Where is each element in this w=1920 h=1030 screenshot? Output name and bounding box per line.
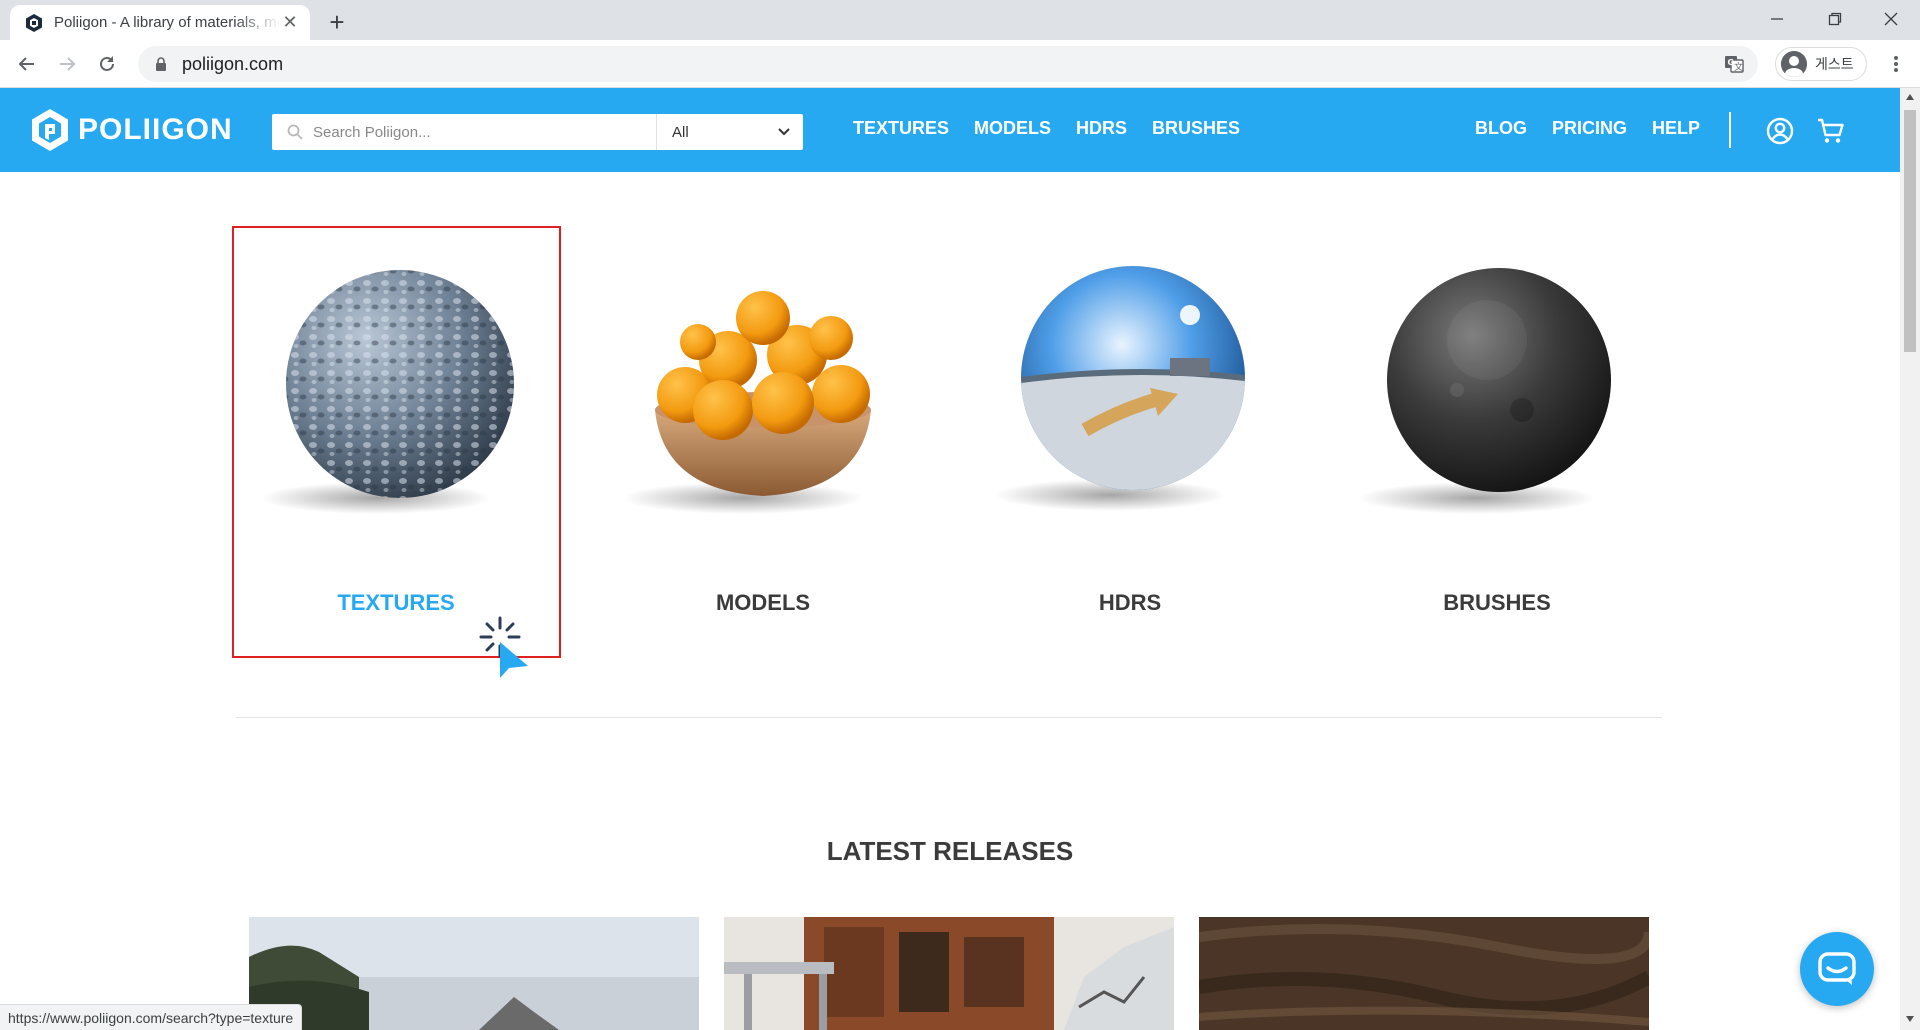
browser-menu-button[interactable] [1880,48,1912,80]
scrollbar-thumb[interactable] [1904,110,1916,352]
brushes-sphere-image [1359,268,1611,514]
search-filter-value: All [672,123,689,141]
forward-arrow-icon [60,57,76,71]
search-input[interactable] [313,123,653,141]
reload-button[interactable] [91,48,123,80]
site-search: All [272,114,803,150]
browser-tabstrip: Poliigon - A library of materials, model… [0,0,1920,40]
kebab-menu-icon [1894,56,1898,72]
secondary-nav: BLOG PRICING HELP [1475,118,1725,139]
tab-close-icon[interactable]: ✕ [280,12,300,33]
category-label: HDRS [1098,590,1162,615]
latest-releases-title: LATEST RELEASES [826,836,1074,866]
svg-text:G: G [1728,58,1735,67]
svg-text:文: 文 [1734,61,1743,73]
category-hdrs[interactable]: HDRS [970,230,1290,650]
restore-icon [1828,12,1842,26]
brand-wordmark: POLIIGON [78,113,233,146]
nav-blog[interactable]: BLOG [1475,118,1527,139]
back-arrow-icon [18,57,34,71]
restore-button[interactable] [1806,0,1864,38]
poliigon-logo-icon [32,109,68,151]
click-cursor-icon [479,616,528,678]
profile-label: 게스트 [1815,56,1854,72]
category-textures[interactable]: TEXTURES [236,230,556,650]
tab-title: Poliigon - A library of materials, model… [54,14,280,31]
new-tab-button[interactable]: + [322,7,352,37]
main-nav: TEXTURES MODELS HDRS BRUSHES [853,118,1265,139]
chat-launcher-button[interactable] [1800,932,1874,1006]
chevron-down-icon [778,128,790,136]
avatar-icon [1781,51,1807,77]
header-separator [1729,112,1731,148]
latest-release-card[interactable] [1199,917,1649,1030]
search-filter-select[interactable]: All [656,114,803,150]
profile-button[interactable]: 게스트 [1775,47,1867,81]
browser-status-bar: https://www.poliigon.com/search?type=tex… [0,1004,303,1030]
nav-hdrs[interactable]: HDRS [1076,118,1127,139]
close-icon [1884,12,1898,26]
lock-icon [156,57,166,71]
search-icon [287,124,303,140]
reload-icon [100,56,114,71]
scroll-up-icon[interactable] [1900,88,1920,106]
latest-release-card[interactable] [249,917,699,1030]
cart-icon[interactable] [1816,116,1846,146]
site-header: POLIIGON All TEXTURES MODELS HDRS BRUSHE… [0,88,1900,172]
category-label: TEXTURES [337,590,455,615]
category-models[interactable]: MODELS [603,230,923,650]
minimize-button[interactable] [1748,0,1806,38]
release-thumbnail [724,917,1174,1030]
forward-button[interactable] [51,48,83,80]
url-text: poliigon.com [182,53,284,74]
nav-brushes[interactable]: BRUSHES [1152,118,1240,139]
browser-tab[interactable]: Poliigon - A library of materials, model… [10,5,310,40]
hdrs-sphere-image [995,266,1245,511]
chat-bubble-icon [1818,952,1856,985]
release-thumbnail [1199,917,1649,1030]
minimize-icon [1771,18,1783,20]
textures-sphere-image [261,270,514,514]
nav-models[interactable]: MODELS [974,118,1051,139]
release-thumbnail [249,917,699,1030]
browser-toolbar: poliigon.com 文G 게스트 [0,40,1920,88]
poliigon-favicon-icon [26,13,42,32]
category-label: BRUSHES [1443,590,1551,615]
category-brushes[interactable]: BRUSHES [1337,230,1657,650]
nav-pricing[interactable]: PRICING [1552,118,1627,139]
page-scrollbar[interactable] [1900,88,1920,1030]
latest-release-card[interactable] [724,917,1174,1030]
site-logo[interactable]: POLIIGON [30,108,233,152]
address-bar[interactable]: poliigon.com 文G [138,46,1758,82]
nav-help[interactable]: HELP [1652,118,1700,139]
close-window-button[interactable] [1862,0,1920,38]
account-icon[interactable] [1765,116,1795,146]
translate-icon[interactable]: 文G [1724,54,1744,74]
scroll-down-icon[interactable] [1900,1010,1920,1028]
models-oranges-image [623,291,871,514]
section-divider [236,717,1662,718]
back-button[interactable] [11,48,43,80]
nav-textures[interactable]: TEXTURES [853,118,949,139]
category-label: MODELS [715,590,811,615]
